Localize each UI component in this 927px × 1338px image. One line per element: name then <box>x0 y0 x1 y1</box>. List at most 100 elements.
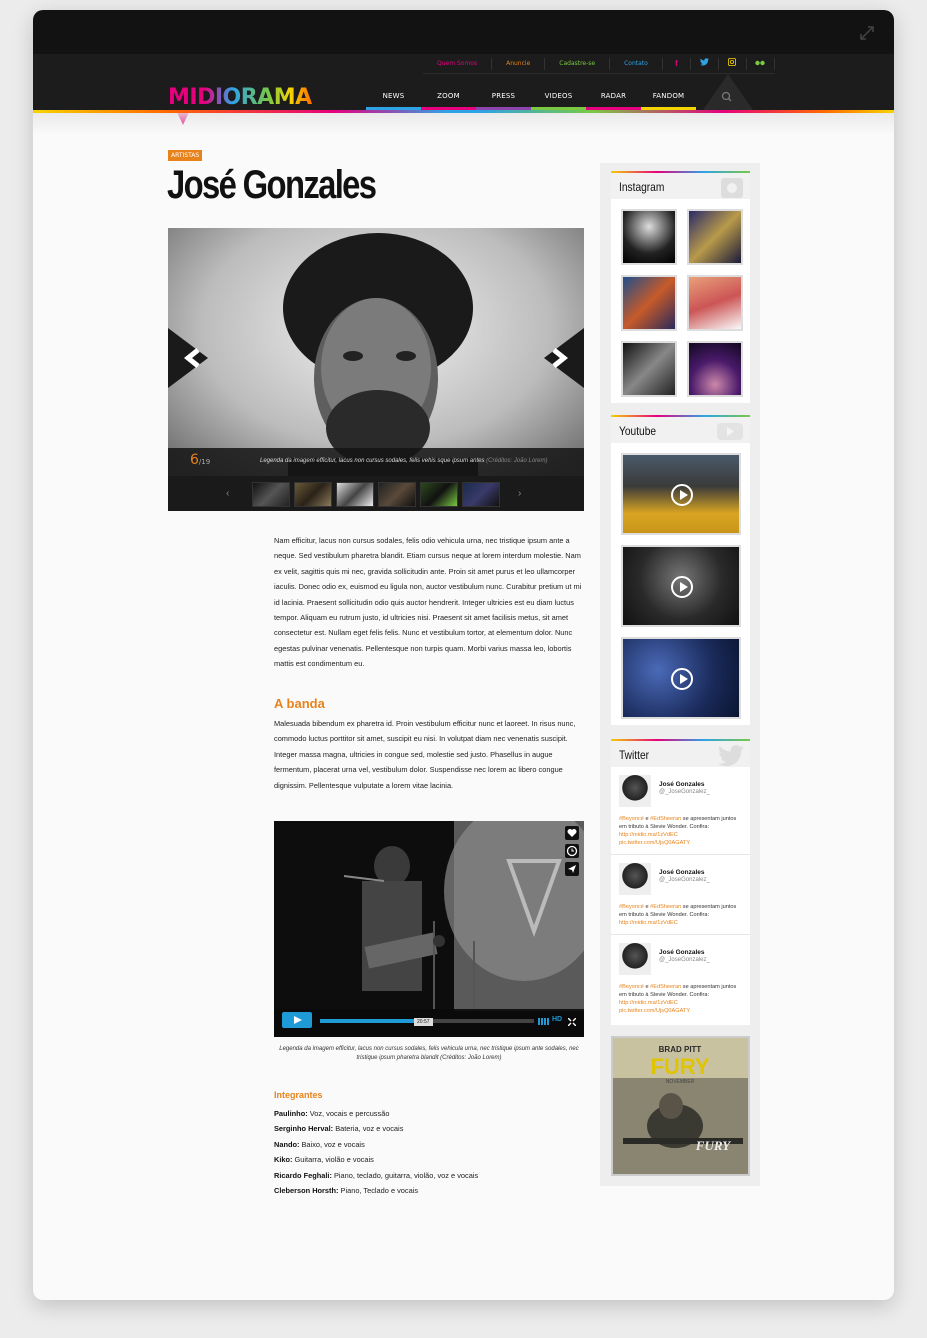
nav-videos[interactable]: VIDEOS <box>531 82 586 110</box>
youtube-widget: Youtube <box>611 415 750 725</box>
youtube-icon <box>717 423 743 440</box>
instagram-photo[interactable] <box>621 275 677 331</box>
video-player[interactable]: 20:57 HD <box>274 821 584 1037</box>
tweet-handle: @_JoseGonzalez_ <box>659 789 710 795</box>
video-frame <box>274 821 584 1037</box>
youtube-video[interactable] <box>621 545 741 627</box>
fullscreen-icon[interactable] <box>568 1018 576 1026</box>
tweet[interactable]: José Gonzales @_JoseGonzalez_ #Beyoncé e… <box>611 935 750 1023</box>
tweet-text: #Beyoncé e #EdSheeran se apresentam junt… <box>619 816 737 846</box>
integrantes-list: Paulinho: Voz, vocais e percussão Sergin… <box>274 1106 478 1198</box>
tweet[interactable]: José Gonzales @_JoseGonzalez_ #Beyoncé e… <box>611 767 750 855</box>
ad-banner[interactable]: BRAD PITT FURY NOVEMBER FURY <box>611 1036 750 1176</box>
avatar[interactable] <box>619 863 651 895</box>
nav-press[interactable]: PRESS <box>476 82 531 110</box>
list-item: Serginho Herval: Bateria, voz e vocais <box>274 1124 404 1134</box>
list-item: Ricardo Feghali: Piano, teclado, guitarr… <box>274 1170 479 1180</box>
search-button[interactable] <box>703 74 753 110</box>
section-heading-banda: A banda <box>274 696 325 711</box>
nav-quem-somos[interactable]: Quem Somos <box>423 57 493 70</box>
thumbnail[interactable] <box>462 482 500 507</box>
tweet[interactable]: José Gonzales @_JoseGonzalez_ #Beyoncé e… <box>611 855 750 935</box>
tweet-handle: @_JoseGonzalez_ <box>659 877 710 883</box>
tweet-pic-link[interactable]: pic.twitter.com/UjsQ0AGATY <box>619 1008 690 1014</box>
tweet-author: José Gonzales <box>659 781 705 788</box>
instagram-photo[interactable] <box>621 341 677 397</box>
video-time: 20:57 <box>414 1018 433 1026</box>
facebook-icon[interactable]: f <box>663 57 691 70</box>
nav-zoom[interactable]: ZOOM <box>421 82 476 110</box>
svg-text:BRAD PITT: BRAD PITT <box>659 1045 702 1054</box>
play-button[interactable] <box>282 1012 312 1028</box>
slider-prev-button[interactable] <box>168 328 208 388</box>
volume-icon[interactable] <box>538 1018 550 1025</box>
avatar[interactable] <box>619 943 651 975</box>
category-tag[interactable]: ARTISTAS <box>168 150 203 161</box>
instagram-photo[interactable] <box>687 275 743 331</box>
svg-text:FURY: FURY <box>650 1054 709 1079</box>
clock-icon[interactable] <box>565 844 579 858</box>
tweet-text: #Beyoncé e #EdSheeran se apresentam junt… <box>619 904 737 926</box>
avatar[interactable] <box>619 775 651 807</box>
twitter-icon[interactable] <box>691 57 719 70</box>
slider-next-button[interactable] <box>544 328 584 388</box>
nav-fandom[interactable]: FANDOM <box>641 82 696 110</box>
thumbnail[interactable] <box>252 482 290 507</box>
tweet-pic-link[interactable]: pic.twitter.com/UjsQ0AGATY <box>619 840 690 846</box>
sidebar: Instagram Youtube Twitter José Gonzales … <box>600 163 760 1186</box>
tweet-author: José Gonzales <box>659 949 705 956</box>
slider-caption-bar: 6/19 Legenda da imagem efficitur, lacus … <box>168 448 584 476</box>
heart-icon[interactable] <box>565 826 579 840</box>
article-body: Nam efficitur, lacus non cursus sodales,… <box>274 536 582 669</box>
thumbnail[interactable] <box>378 482 416 507</box>
tweet-link[interactable]: http://midio.ma/1zVdEC <box>619 832 678 838</box>
video-progress[interactable]: 20:57 <box>320 1018 534 1026</box>
youtube-video[interactable] <box>621 453 741 535</box>
instagram-icon <box>721 178 743 198</box>
header-glow <box>33 113 894 135</box>
window-topbar <box>33 10 894 54</box>
thumbnail[interactable] <box>420 482 458 507</box>
instagram-widget: Instagram <box>611 171 750 403</box>
thumbnail[interactable] <box>336 482 374 507</box>
expand-icon[interactable] <box>860 26 874 40</box>
twitter-bird-icon <box>718 745 744 767</box>
instagram-photo[interactable] <box>621 209 677 265</box>
nav-news[interactable]: NEWS <box>366 82 421 110</box>
list-item: Kiko: Guitarra, violão e vocais <box>274 1155 374 1165</box>
site-logo[interactable]: MIDIORAMA <box>168 82 344 110</box>
page-title: José Gonzales <box>167 163 377 207</box>
instagram-photo[interactable] <box>687 209 743 265</box>
hd-toggle[interactable]: HD <box>552 1016 562 1023</box>
site-header: Quem Somos Anuncie Cadastre-se Contato f <box>33 54 894 110</box>
slide-caption: Legenda da imagem efficitur, lacus non c… <box>260 458 548 464</box>
nav-radar[interactable]: RADAR <box>586 82 641 110</box>
thumbnail-strip: ‹ › <box>168 476 584 511</box>
tweet-link[interactable]: http://midio.ma/1zVdEC <box>619 1000 678 1006</box>
svg-text:MIDIORAMA: MIDIORAMA <box>168 85 312 110</box>
nav-anuncie[interactable]: Anuncie <box>492 57 546 70</box>
main-nav: NEWS ZOOM PRESS VIDEOS RADAR FANDOM <box>366 82 696 110</box>
list-item: Nando: Baixo, voz e vocais <box>274 1139 365 1149</box>
tweet-author: José Gonzales <box>659 869 705 876</box>
share-icon[interactable] <box>565 862 579 876</box>
twitter-widget: Twitter José Gonzales @_JoseGonzalez_ #B… <box>611 739 750 1025</box>
slide-counter: 6/19 <box>190 452 211 468</box>
thumbs-prev-icon[interactable]: ‹ <box>226 488 229 499</box>
tweet-link[interactable]: http://midio.ma/1zVdEC <box>619 920 678 926</box>
instagram-icon[interactable] <box>719 57 747 70</box>
nav-cadastre-se[interactable]: Cadastre-se <box>545 57 611 70</box>
social-links: f <box>663 57 775 70</box>
browser-frame: Quem Somos Anuncie Cadastre-se Contato f <box>33 10 894 1300</box>
thumbnail[interactable] <box>294 482 332 507</box>
instagram-photo[interactable] <box>687 341 743 397</box>
svg-text:NOVEMBER: NOVEMBER <box>666 1079 695 1085</box>
youtube-video[interactable] <box>621 637 741 719</box>
play-icon <box>671 668 693 690</box>
thumbs-next-icon[interactable]: › <box>518 488 521 499</box>
list-item: Cleberson Horsth: Piano, Teclado e vocai… <box>274 1186 419 1196</box>
play-icon <box>671 576 693 598</box>
tweet-handle: @_JoseGonzalez_ <box>659 957 710 963</box>
nav-contato[interactable]: Contato <box>610 57 663 70</box>
flickr-icon[interactable] <box>747 57 775 70</box>
